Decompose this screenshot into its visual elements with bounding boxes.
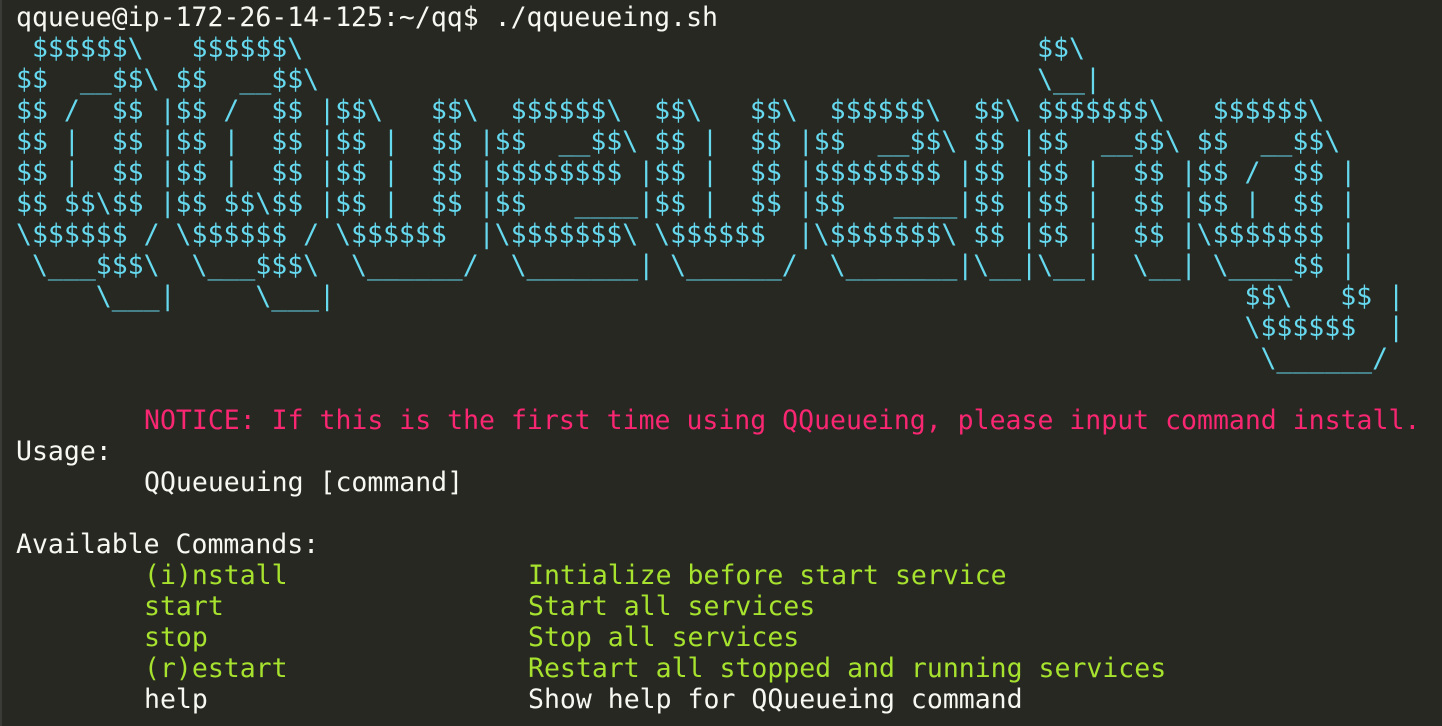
command-name: start — [144, 591, 224, 622]
command-name: (i)nstall — [144, 560, 288, 591]
command-row-help: help Show help for QQueueing command — [16, 684, 1442, 715]
command-description: Start all services — [528, 591, 816, 622]
notice-text: NOTICE: If this is the first time using … — [144, 405, 1421, 436]
banner-line: \___| \___| $$\ $$ | — [16, 281, 1405, 312]
commands-heading: Available Commands: — [16, 529, 320, 560]
notice-line: NOTICE: If this is the first time using … — [16, 405, 1442, 436]
command-name: help — [144, 684, 208, 715]
banner-line: \______/ — [16, 343, 1389, 374]
banner-line: $$ $$\$$ |$$ $$\$$ |$$ | $$ |$$ ____|$$ … — [16, 188, 1357, 219]
banner-line: $$ / $$ |$$ / $$ |$$\ $$\ $$$$$$\ $$\ $$… — [16, 95, 1325, 126]
command-row-stop: stop Stop all services — [16, 622, 1442, 653]
command-row-start: start Start all services — [16, 591, 1442, 622]
usage-syntax-line: QQueueuing [command] — [16, 467, 1442, 498]
command-description: Restart all stopped and running services — [528, 653, 1167, 684]
command-description: Stop all services — [528, 622, 800, 653]
ascii-banner: $$$$$$\ $$$$$$\ $$\ $$ __$$\ $$ __$$\ \_… — [16, 33, 1442, 374]
command-description: Show help for QQueueing command — [528, 684, 1023, 715]
command-row-install: (i)nstall Intialize before start service — [16, 560, 1442, 591]
usage-heading: Usage: — [16, 436, 112, 467]
banner-line: \$$$$$$ / \$$$$$$ / \$$$$$$ |\$$$$$$$\ \… — [16, 219, 1357, 250]
usage-syntax: QQueueuing [command] — [144, 467, 464, 498]
banner-line: \$$$$$$ | — [16, 312, 1405, 343]
banner-line: $$ | $$ |$$ | $$ |$$ | $$ |$$$$$$$$ |$$ … — [16, 157, 1357, 188]
shell-prompt-line: qqueue@ip-172-26-14-125:~/qq$ ./qqueuein… — [16, 2, 718, 33]
command-description: Intialize before start service — [528, 560, 1007, 591]
command-name: stop — [144, 622, 208, 653]
banner-line: $$ | $$ |$$ | $$ |$$ | $$ |$$ __$$\ $$ |… — [16, 126, 1341, 157]
banner-line: $$ __$$\ $$ __$$\ \__| — [16, 64, 1101, 95]
command-row-restart: (r)estart Restart all stopped and running… — [16, 653, 1442, 684]
banner-line: \___$$$\ \___$$$\ \______/ \_______| \__… — [16, 250, 1357, 281]
terminal-window[interactable]: qqueue@ip-172-26-14-125:~/qq$ ./qqueuein… — [0, 0, 1442, 726]
banner-line: $$$$$$\ $$$$$$\ $$\ — [16, 33, 1085, 64]
command-name: (r)estart — [144, 653, 288, 684]
